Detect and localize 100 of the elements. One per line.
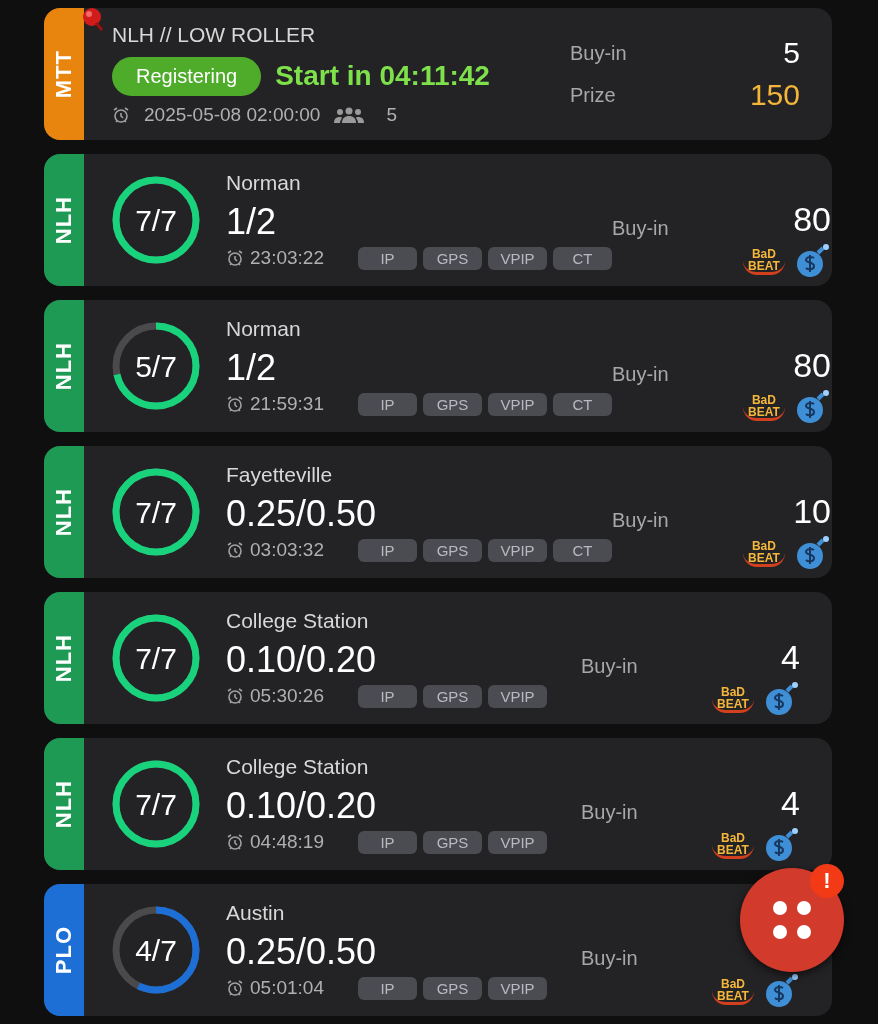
table-time: 05:01:04 [250,977,324,999]
countdown: Start in 04:11:42 [275,60,490,92]
money-bomb-icon [764,974,800,1008]
table-time: 23:03:22 [250,247,324,269]
alarm-clock-icon [226,249,244,267]
stakes: 0.25/0.50 [226,492,378,535]
alert-badge: ! [810,864,844,898]
buyin-value: 4 [781,783,800,823]
alarm-clock-icon [112,105,130,124]
buyin-label: Buy-in [611,508,669,532]
feature-chip: IP [357,830,417,854]
stakes: 0.10/0.20 [226,784,378,827]
money-bomb-icon [764,828,800,862]
game-type: NLH [51,633,77,683]
feature-chip: GPS [422,392,482,416]
city-name: Fayetteville [226,462,334,487]
table-time: 05:30:26 [250,685,324,707]
prize-label: Prize [570,83,616,107]
stakes: 1/2 [226,346,278,389]
feature-chip: GPS [422,538,482,562]
alarm-clock-icon [226,541,244,559]
bad-beat-logo: BaD BEAT [712,977,754,1005]
city-name: Austin [226,900,286,925]
city-name: College Station [226,608,370,633]
feature-chip: GPS [422,684,482,708]
game-type: MTT [51,49,77,99]
players-icon [334,106,365,123]
bad-beat-logo: BaD BEAT [742,539,785,567]
feature-chip: GPS [422,246,482,270]
feature-chip: VPIP [487,976,547,1000]
buyin-label: Buy-in [611,216,669,240]
feature-chip: VPIP [487,538,547,562]
buyin-value: 10 [793,491,831,531]
seat-count: 4/7 [134,934,178,968]
stakes: 0.10/0.20 [226,638,378,681]
table-time: 21:59:31 [250,393,324,415]
table-time: 03:03:32 [250,539,324,561]
table-card[interactable]: NLH 7/7 Fayetteville 0.25/0.50 03:03:32 IP GPS VPIP CT Buy-in 10 BaD BEAT [44,446,832,578]
buyin-value: 4 [781,637,800,677]
table-card[interactable]: NLH 5/7 Norman 1/2 21:59:31 IP GPS VPIP CT Buy-in 80 BaD BEAT [44,300,832,432]
status-badge: Registering [112,56,262,96]
feature-chip: VPIP [487,246,547,270]
game-type: NLH [51,341,77,391]
feature-chip: CT [552,246,612,270]
seat-count: 7/7 [134,642,178,676]
bad-beat-logo: BaD BEAT [742,393,785,421]
buyin-label: Buy-in [570,41,627,65]
prize-value: 150 [749,78,800,112]
table-time: 04:48:19 [250,831,324,853]
player-count: 5 [386,103,397,126]
seat-count: 5/7 [134,350,178,384]
seat-count: 7/7 [134,204,178,238]
money-bomb-icon [794,536,831,570]
alarm-clock-icon [226,395,244,413]
feature-chip: CT [552,392,612,416]
stakes: 1/2 [226,200,278,243]
city-name: Norman [226,170,302,195]
buyin-label: Buy-in [581,654,638,678]
money-bomb-icon [764,682,800,716]
seat-count: 7/7 [134,496,178,530]
bad-beat-logo: BaD BEAT [742,247,785,275]
buyin-label: Buy-in [581,946,638,970]
start-time: 2025-05-08 02:00:00 [144,103,321,126]
tournament-name: NLH // LOW ROLLER [112,22,317,47]
table-card[interactable]: NLH 7/7 College Station 0.10/0.20 05:30:26 IP GPS VPIP Buy-in 4 BaD BEAT [44,592,832,724]
feature-chip: VPIP [487,392,547,416]
feature-chip: IP [357,392,417,416]
money-bomb-icon [794,390,831,424]
feature-chip: GPS [422,830,482,854]
buyin-value: 80 [793,199,831,239]
buyin-value: 5 [783,36,800,70]
feature-chip: IP [357,246,417,270]
four-dots-icon [770,898,814,942]
alarm-clock-icon [226,687,244,705]
game-type: NLH [51,779,77,829]
buyin-label: Buy-in [581,800,638,824]
seat-count: 7/7 [134,788,178,822]
game-type: PLO [51,925,77,975]
alarm-clock-icon [226,833,244,851]
feature-chip: IP [357,976,417,1000]
feature-chip: GPS [422,976,482,1000]
feature-chip: CT [552,538,612,562]
alarm-clock-icon [226,979,244,997]
feature-chip: IP [357,538,417,562]
feature-chip: IP [357,684,417,708]
table-card[interactable]: NLH 7/7 Norman 1/2 23:03:22 IP GPS VPIP CT Buy-in 80 BaD BEAT [44,154,832,286]
city-name: College Station [226,754,370,779]
tournament-card[interactable]: MTT NLH // LOW ROLLER Registering Start in 04:11:42 2025-05-08 02:00:00 5 Buy-in 5 Prize 150 [44,8,832,140]
table-card[interactable]: NLH 7/7 College Station 0.10/0.20 04:48:19 IP GPS VPIP Buy-in 4 BaD BEAT [44,738,832,870]
buyin-value: 80 [793,345,831,385]
stakes: 0.25/0.50 [226,930,378,973]
money-bomb-icon [794,244,831,278]
city-name: Norman [226,316,302,341]
game-type: NLH [51,487,77,537]
feature-chip: VPIP [487,830,547,854]
feature-chip: VPIP [487,684,547,708]
bad-beat-logo: BaD BEAT [712,685,754,713]
game-type: NLH [51,195,77,245]
bad-beat-logo: BaD BEAT [712,831,754,859]
buyin-label: Buy-in [611,362,669,386]
